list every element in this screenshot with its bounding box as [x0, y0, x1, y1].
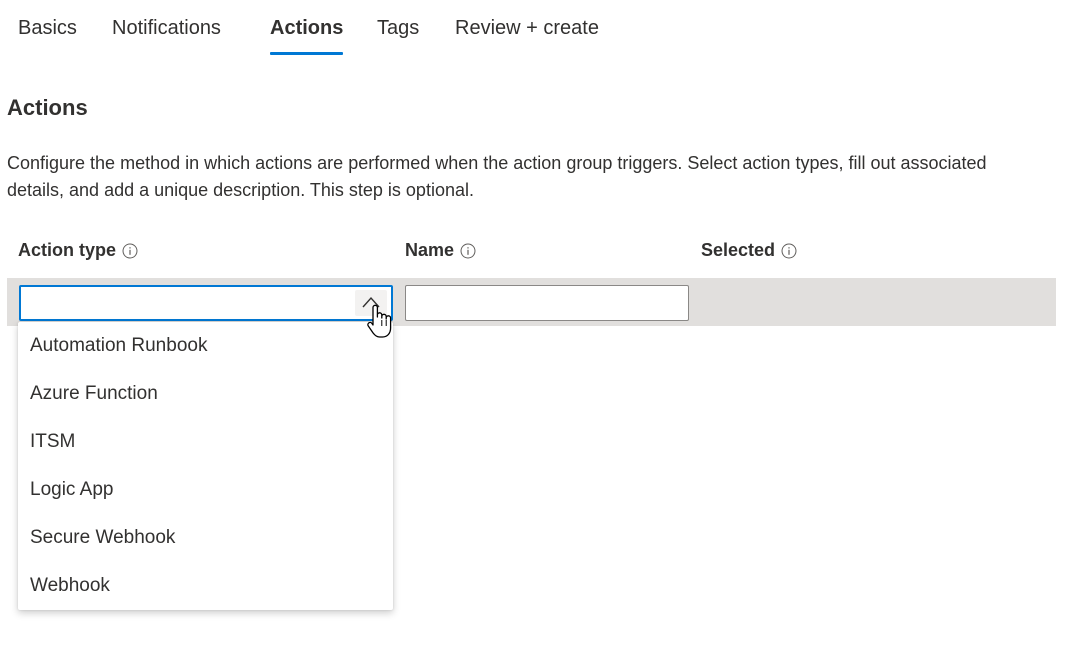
tab-review-create[interactable]: Review + create: [455, 17, 599, 55]
option-webhook[interactable]: Webhook: [18, 562, 393, 610]
info-icon[interactable]: [122, 243, 138, 259]
option-secure-webhook[interactable]: Secure Webhook: [18, 514, 393, 562]
tab-notifications[interactable]: Notifications: [112, 17, 221, 55]
option-logic-app[interactable]: Logic App: [18, 466, 393, 514]
option-itsm[interactable]: ITSM: [18, 418, 393, 466]
column-header-label: Selected: [701, 240, 776, 260]
column-header-action-type: Action type: [18, 240, 138, 261]
tab-bar: Basics Notifications Actions Tags Review…: [0, 0, 1088, 58]
section-description: Configure the method in which actions ar…: [7, 153, 987, 200]
name-input[interactable]: [405, 285, 689, 321]
info-icon[interactable]: [460, 243, 476, 259]
action-type-options-list: Automation Runbook Azure Function ITSM L…: [18, 322, 393, 610]
section-title: Actions: [7, 95, 88, 120]
info-icon[interactable]: [781, 243, 797, 259]
option-azure-function[interactable]: Azure Function: [18, 370, 393, 418]
tab-basics[interactable]: Basics: [18, 17, 77, 55]
column-header-name: Name: [405, 240, 476, 261]
column-header-label: Name: [405, 240, 455, 260]
tab-actions[interactable]: Actions: [270, 17, 344, 55]
column-header-selected: Selected: [701, 240, 797, 261]
option-automation-runbook[interactable]: Automation Runbook: [18, 322, 393, 370]
tab-tags[interactable]: Tags: [377, 17, 419, 55]
hand-cursor-icon: [367, 304, 392, 338]
column-header-label: Action type: [18, 240, 117, 260]
action-type-dropdown[interactable]: [19, 285, 393, 321]
